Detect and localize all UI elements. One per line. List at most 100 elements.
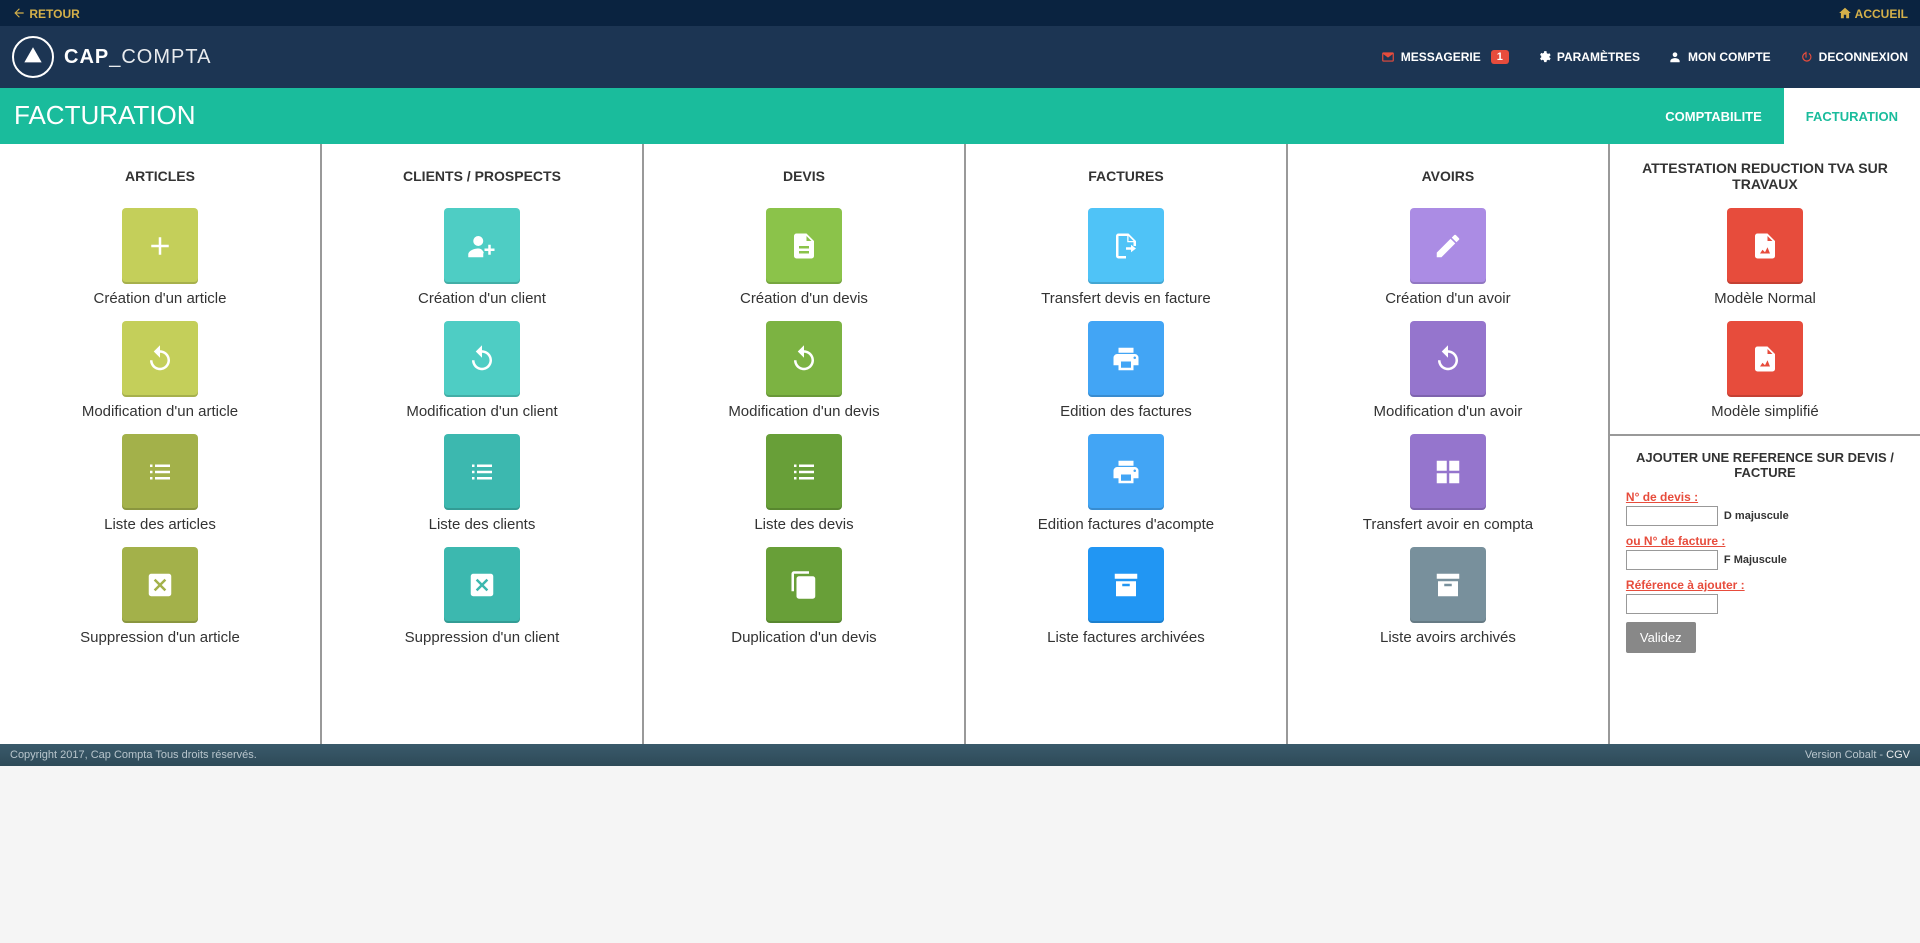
header-nav: MESSAGERIE 1 PARAMÈTRES MON COMPTE DECON…: [1381, 50, 1908, 65]
delete-icon: [122, 547, 198, 623]
action-article-list[interactable]: Liste des articles: [8, 434, 312, 533]
action-avoir-archive-label: Liste avoirs archivés: [1380, 629, 1516, 646]
undo-icon: [444, 321, 520, 397]
action-devis-dup-label: Duplication d'un devis: [731, 629, 876, 646]
action-article-create[interactable]: Création d'un article: [8, 208, 312, 307]
action-devis-create-label: Création d'un devis: [740, 290, 868, 307]
nav-messagerie-label: MESSAGERIE: [1401, 50, 1481, 64]
page-title: FACTURATION: [0, 88, 210, 144]
pdf-icon: [1727, 321, 1803, 397]
nav-mon-compte-label: MON COMPTE: [1688, 50, 1771, 64]
home-icon: [1838, 7, 1852, 21]
action-client-create-label: Création d'un client: [418, 290, 546, 307]
action-devis-list[interactable]: Liste des devis: [652, 434, 956, 533]
action-facture-acompte[interactable]: Edition factures d'acompte: [974, 434, 1278, 533]
col-factures-title: FACTURES: [974, 158, 1278, 194]
action-facture-edit[interactable]: Edition des factures: [974, 321, 1278, 420]
action-facture-transfer-label: Transfert devis en facture: [1041, 290, 1211, 307]
section-tabs: COMPTABILITE FACTURATION: [1643, 88, 1920, 144]
messagerie-badge: 1: [1491, 50, 1509, 64]
action-devis-list-label: Liste des devis: [754, 516, 853, 533]
hint-devis: D majuscule: [1724, 510, 1789, 522]
undo-icon: [122, 321, 198, 397]
action-attestation-normal[interactable]: Modèle Normal: [1618, 208, 1912, 307]
undo-icon: [766, 321, 842, 397]
action-avoir-archive[interactable]: Liste avoirs archivés: [1296, 547, 1600, 646]
action-article-delete[interactable]: Suppression d'un article: [8, 547, 312, 646]
action-devis-create[interactable]: Création d'un devis: [652, 208, 956, 307]
input-reference[interactable]: [1626, 594, 1718, 614]
pdf-icon: [1727, 208, 1803, 284]
edit-icon: [1410, 208, 1486, 284]
undo-icon: [1410, 321, 1486, 397]
action-devis-modify[interactable]: Modification d'un devis: [652, 321, 956, 420]
action-attestation-normal-label: Modèle Normal: [1714, 290, 1816, 307]
action-attestation-simple-label: Modèle simplifié: [1711, 403, 1819, 420]
header: CAP_COMPTA MESSAGERIE 1 PARAMÈTRES MON C…: [0, 26, 1920, 88]
action-facture-transfer[interactable]: Transfert devis en facture: [974, 208, 1278, 307]
action-client-list[interactable]: Liste des clients: [330, 434, 634, 533]
action-avoir-modify-label: Modification d'un avoir: [1374, 403, 1523, 420]
action-facture-edit-label: Edition des factures: [1060, 403, 1192, 420]
label-devis: N° de devis :: [1626, 490, 1904, 504]
action-client-list-label: Liste des clients: [429, 516, 536, 533]
nav-parametres-label: PARAMÈTRES: [1557, 50, 1640, 64]
validate-button[interactable]: Validez: [1626, 622, 1696, 653]
col-articles-title: ARTICLES: [8, 158, 312, 194]
brand-logo-icon: [12, 36, 54, 78]
action-avoir-transfer[interactable]: Transfert avoir en compta: [1296, 434, 1600, 533]
brand-text: CAP_COMPTA: [64, 46, 211, 69]
action-client-modify[interactable]: Modification d'un client: [330, 321, 634, 420]
nav-deconnexion[interactable]: DECONNEXION: [1799, 50, 1908, 65]
action-client-create[interactable]: Création d'un client: [330, 208, 634, 307]
reference-panel: AJOUTER UNE REFERENCE SUR DEVIS / FACTUR…: [1610, 436, 1920, 667]
action-devis-dup[interactable]: Duplication d'un devis: [652, 547, 956, 646]
action-article-create-label: Création d'un article: [94, 290, 227, 307]
action-facture-archive[interactable]: Liste factures archivées: [974, 547, 1278, 646]
input-devis[interactable]: [1626, 506, 1718, 526]
col-avoirs: AVOIRS Création d'un avoir Modification …: [1288, 144, 1610, 744]
copy-icon: [766, 547, 842, 623]
list-icon: [122, 434, 198, 510]
col-articles: ARTICLES Création d'un article Modificat…: [0, 144, 322, 744]
mail-icon: [1381, 50, 1395, 65]
delete-icon: [444, 547, 520, 623]
reference-panel-title: AJOUTER UNE REFERENCE SUR DEVIS / FACTUR…: [1626, 450, 1904, 480]
action-article-delete-label: Suppression d'un article: [80, 629, 240, 646]
label-facture: ou N° de facture :: [1626, 534, 1904, 548]
action-article-modify[interactable]: Modification d'un article: [8, 321, 312, 420]
action-avoir-create[interactable]: Création d'un avoir: [1296, 208, 1600, 307]
col-clients: CLIENTS / PROSPECTS Création d'un client…: [322, 144, 644, 744]
back-link[interactable]: RETOUR: [12, 6, 80, 21]
nav-deconnexion-label: DECONNEXION: [1819, 50, 1908, 64]
user-icon: [1668, 50, 1682, 65]
arrow-left-icon: [12, 7, 26, 21]
brand: CAP_COMPTA: [12, 36, 211, 78]
action-article-list-label: Liste des articles: [104, 516, 216, 533]
archive-icon: [1088, 547, 1164, 623]
col-devis-title: DEVIS: [652, 158, 956, 194]
nav-parametres[interactable]: PARAMÈTRES: [1537, 50, 1640, 65]
action-devis-modify-label: Modification d'un devis: [728, 403, 879, 420]
tab-comptabilite[interactable]: COMPTABILITE: [1643, 88, 1784, 144]
back-label: RETOUR: [29, 7, 79, 21]
plus-icon: [122, 208, 198, 284]
action-attestation-simple[interactable]: Modèle simplifié: [1618, 321, 1912, 420]
nav-messagerie[interactable]: MESSAGERIE 1: [1381, 50, 1509, 65]
tab-facturation[interactable]: FACTURATION: [1784, 88, 1920, 144]
action-avoir-transfer-label: Transfert avoir en compta: [1363, 516, 1533, 533]
section-bar: FACTURATION COMPTABILITE FACTURATION: [0, 88, 1920, 144]
power-icon: [1799, 50, 1813, 65]
input-facture[interactable]: [1626, 550, 1718, 570]
cgv-link[interactable]: CGV: [1886, 749, 1910, 761]
action-client-delete[interactable]: Suppression d'un client: [330, 547, 634, 646]
label-reference: Référence à ajouter :: [1626, 578, 1904, 592]
action-avoir-modify[interactable]: Modification d'un avoir: [1296, 321, 1600, 420]
action-facture-acompte-label: Edition factures d'acompte: [1038, 516, 1214, 533]
nav-mon-compte[interactable]: MON COMPTE: [1668, 50, 1771, 65]
home-link[interactable]: ACCUEIL: [1838, 6, 1908, 21]
action-facture-archive-label: Liste factures archivées: [1047, 629, 1205, 646]
col-avoirs-title: AVOIRS: [1296, 158, 1600, 194]
list-icon: [766, 434, 842, 510]
col-factures: FACTURES Transfert devis en facture Edit…: [966, 144, 1288, 744]
